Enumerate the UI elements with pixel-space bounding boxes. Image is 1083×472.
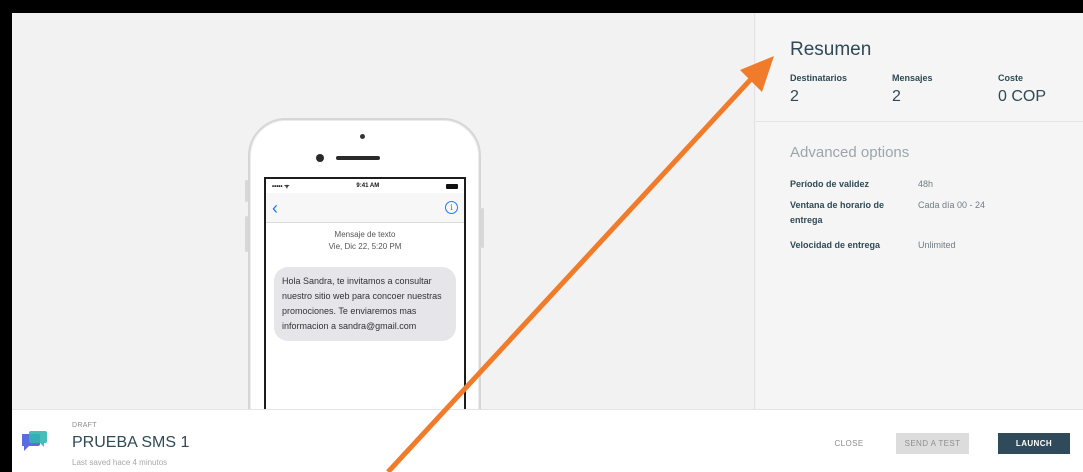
signal-indicator: ••••• ᯤ bbox=[272, 184, 290, 190]
last-saved-text: Last saved hace 4 minutos bbox=[72, 458, 168, 467]
phone-button bbox=[245, 216, 248, 252]
stat-value: 2 bbox=[790, 88, 799, 105]
option-label-validity: Período de validez bbox=[790, 179, 870, 189]
message-preview-panel: ••••• ᯤ 9:41 AM ‹ i Mensaje de texto Vie… bbox=[12, 13, 755, 472]
chevron-left-icon: ‹ bbox=[272, 197, 278, 218]
divider bbox=[756, 121, 1083, 122]
stat-cost: Coste 0 COP bbox=[998, 73, 1046, 106]
phone-mockup: ••••• ᯤ 9:41 AM ‹ i Mensaje de texto Vie… bbox=[245, 118, 484, 467]
info-icon: i bbox=[445, 201, 458, 214]
option-value-validity: 48h bbox=[918, 179, 934, 189]
stat-label: Mensajes bbox=[892, 73, 933, 83]
option-label-delivery-window: Ventana de horario de entrega bbox=[790, 200, 885, 225]
phone-speaker bbox=[336, 156, 380, 160]
status-time: 9:41 AM bbox=[356, 183, 380, 189]
send-test-button[interactable]: SEND A TEST bbox=[896, 433, 969, 454]
stat-messages: Mensajes 2 bbox=[892, 73, 933, 106]
advanced-options-title: Advanced options bbox=[790, 144, 910, 161]
option-value-delivery-speed: Unlimited bbox=[918, 240, 956, 250]
chat-bubbles-icon bbox=[22, 431, 47, 451]
close-button[interactable]: CLOSE bbox=[824, 433, 874, 454]
battery-icon bbox=[445, 183, 458, 189]
summary-title: Resumen bbox=[790, 39, 872, 60]
message-type: Mensaje de texto bbox=[334, 230, 396, 239]
phone-button bbox=[481, 208, 484, 248]
phone-status-bar: ••••• ᯤ 9:41 AM bbox=[266, 179, 464, 193]
message-bubble: Hola Sandra, te invitamos a consultar nu… bbox=[274, 267, 456, 341]
campaign-footer: DRAFT PRUEBA SMS 1 Last saved hace 4 min… bbox=[12, 409, 1083, 472]
stat-label: Coste bbox=[998, 73, 1024, 83]
messages-nav-bar: ‹ i bbox=[266, 193, 464, 223]
option-label-delivery-speed: Velocidad de entrega bbox=[790, 240, 881, 250]
app-window: ••••• ᯤ 9:41 AM ‹ i Mensaje de texto Vie… bbox=[12, 13, 1083, 472]
phone-button bbox=[245, 180, 248, 202]
stat-label: Destinatarios bbox=[790, 73, 848, 83]
campaign-name: PRUEBA SMS 1 bbox=[72, 434, 190, 451]
stat-recipients: Destinatarios 2 bbox=[790, 73, 847, 106]
stat-value: 2 bbox=[892, 88, 901, 105]
message-date: Vie, Dic 22, 5:20 PM bbox=[328, 242, 402, 251]
draft-status: DRAFT bbox=[72, 422, 97, 429]
summary-panel: Resumen Destinatarios 2 Mensajes 2 Coste… bbox=[756, 13, 1083, 409]
option-value-delivery-window: Cada día 00 - 24 bbox=[918, 200, 986, 210]
stat-value: 0 COP bbox=[998, 88, 1047, 105]
phone-camera bbox=[360, 134, 365, 139]
phone-sensor bbox=[316, 154, 324, 162]
launch-button[interactable]: LAUNCH bbox=[998, 433, 1070, 454]
message-header: Mensaje de texto Vie, Dic 22, 5:20 PM bbox=[266, 229, 464, 253]
